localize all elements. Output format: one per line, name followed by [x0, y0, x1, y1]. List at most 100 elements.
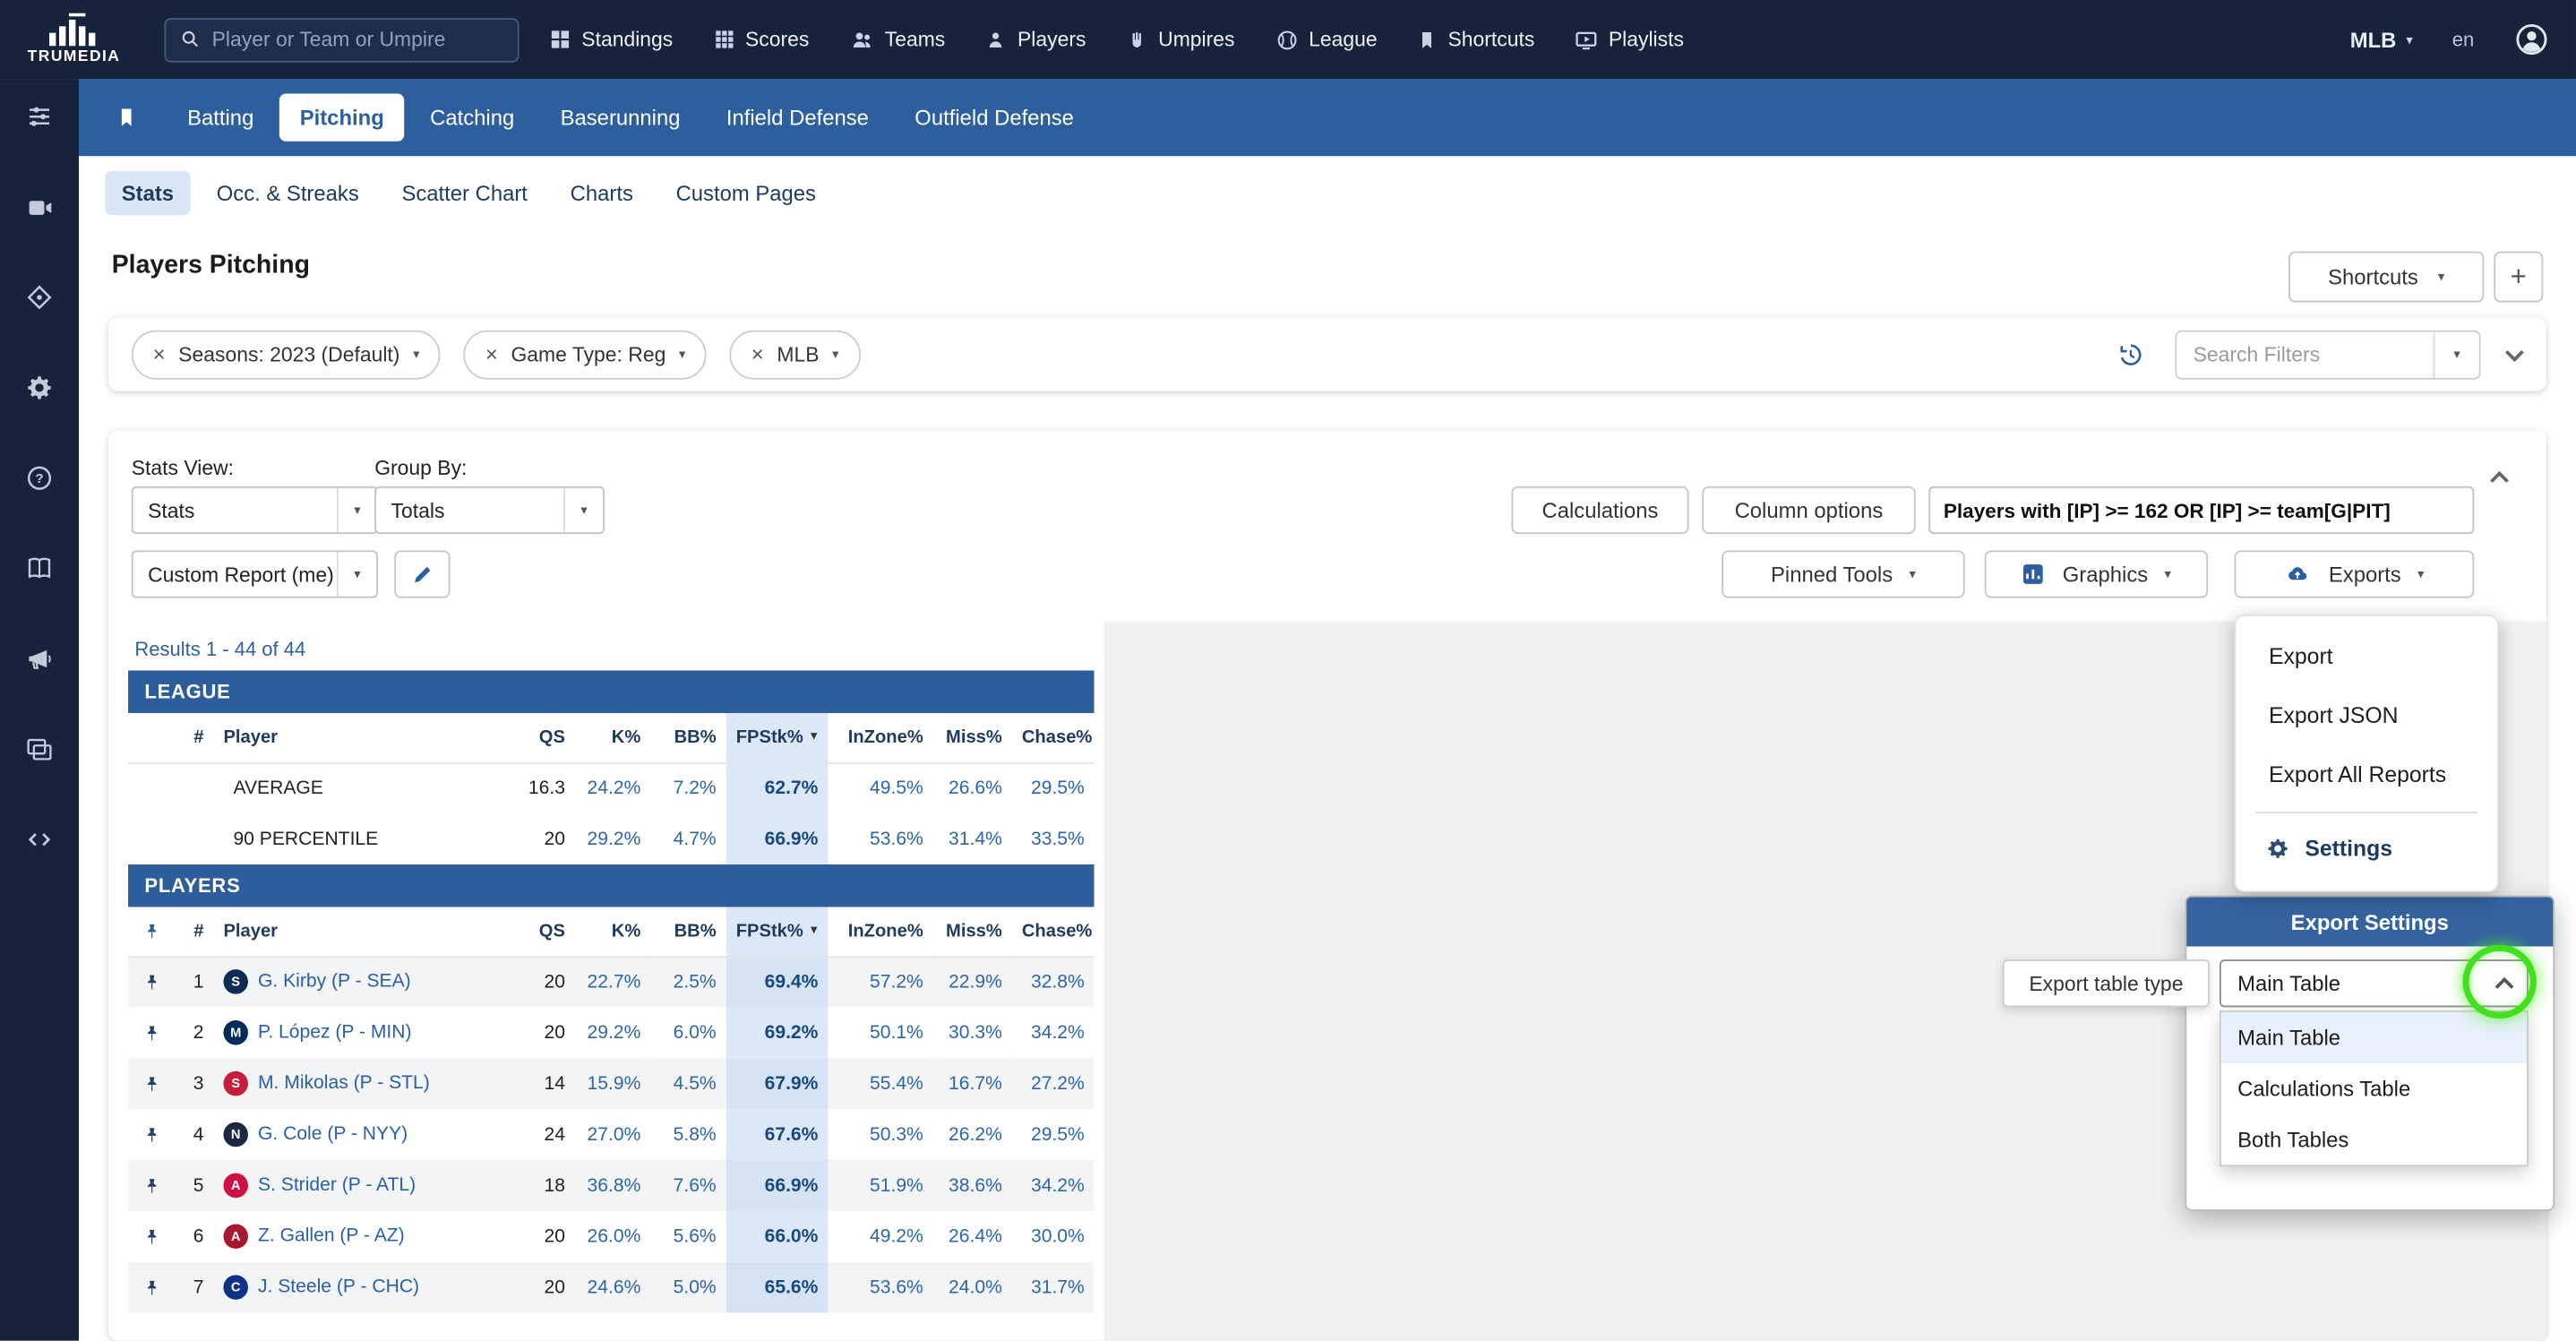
col-fpstk[interactable]: FPStk%▼ — [726, 907, 829, 956]
pin-cell[interactable] — [128, 1211, 174, 1262]
remove-filter-icon[interactable]: × — [153, 342, 166, 367]
nav-shortcuts[interactable]: Shortcuts — [1417, 27, 1535, 52]
pinned-tools-button[interactable]: Pinned Tools ▾ — [1722, 550, 1964, 597]
col-qs[interactable]: QS — [506, 713, 575, 762]
announcements[interactable] — [23, 644, 56, 674]
stats-view-select[interactable]: Stats ▾ — [132, 486, 378, 534]
player-link[interactable]: J. Steele (P - CHC) — [258, 1277, 419, 1297]
pin-cell[interactable] — [128, 1109, 174, 1160]
calculations-button[interactable]: Calculations — [1511, 486, 1688, 534]
menu-item-export[interactable]: Export — [2236, 628, 2497, 687]
tab-pitching[interactable]: Pitching — [280, 94, 404, 142]
tab-baserunning[interactable]: Baserunning — [541, 94, 700, 142]
nav-players[interactable]: Players — [984, 27, 1086, 52]
chevron-up-icon[interactable] — [2477, 976, 2527, 990]
player-link[interactable]: P. López (P - MIN) — [258, 1023, 412, 1043]
nav-umpires[interactable]: Umpires — [1125, 27, 1234, 52]
tab-custom-pages[interactable]: Custom Pages — [659, 171, 832, 216]
embed-code[interactable] — [23, 825, 56, 855]
remove-filter-icon[interactable]: × — [751, 342, 764, 367]
help[interactable] — [23, 463, 56, 493]
pin-cell[interactable] — [128, 1007, 174, 1058]
filter-chip-league[interactable]: × MLB ▾ — [730, 330, 860, 379]
col-qs[interactable]: QS — [506, 907, 575, 956]
option-calculations-table[interactable]: Calculations Table — [2221, 1063, 2527, 1114]
col-inzone[interactable]: InZone% — [828, 713, 932, 762]
player-link[interactable]: M. Mikolas (P - STL) — [258, 1074, 430, 1094]
col-rank[interactable]: # — [174, 713, 213, 762]
glossary[interactable] — [23, 554, 56, 583]
col-fpstk[interactable]: FPStk%▼ — [726, 713, 829, 762]
league-picker[interactable]: MLB▾ — [2350, 27, 2413, 52]
collapse-filters-chevron[interactable] — [2511, 340, 2524, 369]
language-selector[interactable]: en — [2452, 28, 2475, 51]
tab-stats[interactable]: Stats — [105, 171, 190, 216]
bookmark-icon[interactable] — [115, 104, 138, 132]
col-rank[interactable]: # — [174, 907, 213, 956]
nav-standings[interactable]: Standings — [549, 28, 674, 51]
pin-cell[interactable] — [128, 1058, 174, 1109]
exports-button[interactable]: Exports ▾ — [2234, 550, 2474, 597]
media-gallery[interactable] — [23, 735, 56, 764]
pin-cell[interactable] — [128, 1262, 174, 1313]
video-library[interactable] — [23, 193, 56, 222]
pin-all-header[interactable] — [128, 907, 174, 956]
filter-chip-seasons[interactable]: × Seasons: 2023 (Default) ▾ — [132, 330, 442, 379]
filter-history-icon[interactable] — [2116, 340, 2145, 369]
player-link[interactable]: G. Kirby (P - SEA) — [258, 972, 411, 992]
tab-batting[interactable]: Batting — [167, 94, 273, 142]
menu-item-export-all-reports[interactable]: Export All Reports — [2236, 746, 2497, 805]
group-by-select[interactable]: Totals ▾ — [374, 486, 605, 534]
nav-scores[interactable]: Scores — [712, 28, 809, 51]
col-player[interactable]: Player — [213, 713, 505, 762]
tab-charts[interactable]: Charts — [554, 171, 649, 216]
col-bb[interactable]: BB% — [650, 907, 726, 956]
tab-occ-streaks[interactable]: Occ. & Streaks — [200, 171, 375, 216]
account-icon[interactable] — [2513, 21, 2549, 57]
trumedia-logo[interactable]: TRUMEDIA — [0, 13, 148, 66]
option-main-table[interactable]: Main Table — [2221, 1012, 2527, 1063]
tab-infield-defense[interactable]: Infield Defense — [707, 94, 889, 142]
settings[interactable] — [23, 373, 56, 402]
col-k[interactable]: K% — [575, 907, 650, 956]
collapse-controls-chevron[interactable] — [2491, 463, 2504, 493]
filter-chip-game-type[interactable]: × Game Type: Reg ▾ — [464, 330, 707, 379]
menu-item-settings[interactable]: Settings — [2236, 817, 2497, 880]
col-bb[interactable]: BB% — [650, 713, 726, 762]
player-filter-expression-input[interactable] — [1928, 486, 2474, 534]
menu-item-export-json[interactable]: Export JSON — [2236, 687, 2497, 746]
search-input[interactable] — [212, 28, 504, 51]
col-miss[interactable]: Miss% — [933, 713, 1012, 762]
export-table-type-select[interactable]: Main Table — [2220, 959, 2529, 1007]
pin-cell[interactable] — [128, 956, 174, 1007]
shortcuts-button[interactable]: Shortcuts ▾ — [2288, 252, 2484, 303]
nav-teams[interactable]: Teams — [848, 27, 945, 52]
caret-down-icon[interactable]: ▾ — [2433, 331, 2478, 377]
nav-playlists[interactable]: Playlists — [1574, 27, 1684, 52]
edit-report-button[interactable] — [394, 550, 450, 597]
col-k[interactable]: K% — [575, 713, 650, 762]
player-link[interactable]: G. Cole (P - NYY) — [258, 1124, 408, 1144]
add-page-button[interactable]: + — [2494, 252, 2543, 303]
report-select[interactable]: Custom Report (me) ▾ — [132, 550, 378, 597]
tab-outfield-defense[interactable]: Outfield Defense — [895, 94, 1094, 142]
tab-catching[interactable]: Catching — [410, 94, 534, 142]
col-miss[interactable]: Miss% — [933, 907, 1012, 956]
remove-filter-icon[interactable]: × — [485, 342, 498, 367]
option-both-tables[interactable]: Both Tables — [2221, 1114, 2527, 1165]
tab-scatter-chart[interactable]: Scatter Chart — [385, 171, 544, 216]
filters-toggle[interactable] — [23, 102, 56, 132]
search-filters-input[interactable] — [2177, 342, 2433, 365]
col-player[interactable]: Player — [213, 907, 505, 956]
pin-cell[interactable] — [128, 1160, 174, 1211]
col-chase[interactable]: Chase% — [1012, 713, 1095, 762]
field-view[interactable] — [23, 282, 56, 312]
graphics-button[interactable]: Graphics ▾ — [1985, 550, 2208, 597]
col-chase[interactable]: Chase% — [1012, 907, 1095, 956]
search-filters-box[interactable]: ▾ — [2175, 330, 2480, 379]
col-inzone[interactable]: InZone% — [828, 907, 932, 956]
column-options-button[interactable]: Column options — [1702, 486, 1915, 534]
nav-league[interactable]: League — [1275, 27, 1378, 52]
global-search[interactable] — [164, 17, 519, 62]
player-link[interactable]: Z. Gallen (P - AZ) — [258, 1226, 405, 1246]
